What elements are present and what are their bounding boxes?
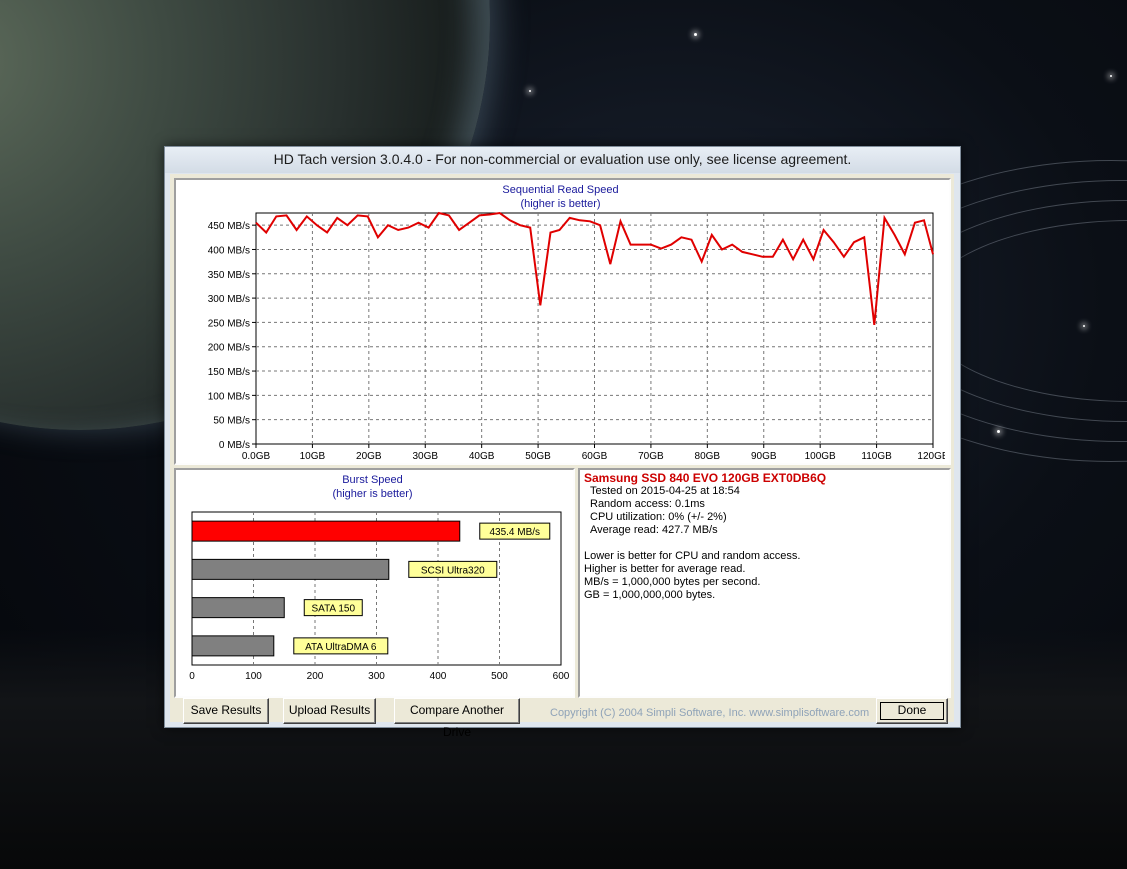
y-tick-label: 250 MB/s (208, 318, 250, 329)
burst-speed-panel: Burst Speed (higher is better) 0 100 200 30… (174, 468, 575, 698)
x-tick-label: 300 (368, 671, 385, 682)
random-access: Random access: 0.1ms (590, 498, 705, 510)
x-tick-label: 200 (307, 671, 324, 682)
star (694, 33, 697, 36)
x-tick-label: 60GB (582, 451, 608, 459)
average-read: Average read: 427.7 MB/s (590, 524, 718, 536)
info-note: Lower is better for CPU and random acces… (584, 550, 801, 562)
bar-label: SATA 150 (311, 604, 355, 615)
x-tick-label: 90GB (751, 451, 777, 459)
upload-results-button[interactable]: Upload Results (283, 698, 376, 724)
x-tick-label: 120GB (917, 451, 945, 459)
tested-on: Tested on 2015-04-25 at 18:54 (590, 485, 740, 497)
star (1110, 75, 1112, 77)
bar-label: 435.4 MB/s (489, 527, 540, 538)
burst-bar (191, 635, 275, 657)
burst-speed-chart: 0 100 200 300 400 500 600 435.4 MB/s SCSI Ultra3… (189, 511, 569, 682)
x-tick-label: 80GB (695, 451, 721, 459)
x-tick-label: 400 (430, 671, 447, 682)
star (997, 430, 1000, 433)
hdtach-window: HD Tach version 3.0.4.0 - For non-commer… (164, 146, 961, 739)
x-tick-label: 40GB (469, 451, 495, 459)
y-tick-label: 50 MB/s (213, 416, 250, 427)
y-tick-label: 100 MB/s (208, 391, 250, 402)
x-tick-label: 70GB (638, 451, 664, 459)
bar-label: ATA UltraDMA 6 (305, 642, 377, 653)
done-button[interactable]: Done (876, 698, 948, 724)
sequential-read-chart: 0 MB/s 50 MB/s 100 MB/s 150 MB/s 200 MB/s 250… (208, 211, 945, 459)
x-tick-label: 100 (245, 671, 262, 682)
burst-bar (191, 520, 461, 542)
drive-info-text: Samsung SSD 840 EVO 120GB EXT0DB6Q Teste… (584, 472, 826, 602)
window-title: HD Tach version 3.0.4.0 - For non-commer… (273, 151, 852, 167)
drive-info-panel: Samsung SSD 840 EVO 120GB EXT0DB6Q Teste… (578, 468, 951, 698)
copyright-text: Copyright (C) 2004 Simpli Software, Inc.… (550, 707, 870, 719)
compare-another-drive-button[interactable]: Compare Another Drive (394, 698, 520, 739)
window-client-area: Sequential Read Speed (higher is better)… (170, 174, 954, 739)
y-tick-label: 200 MB/s (208, 343, 250, 354)
y-tick-label: 450 MB/s (208, 221, 250, 232)
sequential-read-panel: Sequential Read Speed (higher is better)… (174, 178, 951, 465)
x-tick-label: 50GB (525, 451, 551, 459)
x-tick-label: 600 (553, 671, 569, 682)
y-tick-label: 150 MB/s (208, 367, 250, 378)
info-note: MB/s = 1,000,000 bytes per second. (584, 576, 761, 588)
y-tick-label: 350 MB/s (208, 270, 250, 281)
y-tick-label: 400 MB/s (208, 245, 250, 256)
drive-name: Samsung SSD 840 EVO 120GB EXT0DB6Q (584, 471, 827, 485)
x-tick-label: 20GB (356, 451, 382, 459)
x-tick-label: 500 (491, 671, 508, 682)
star (529, 90, 531, 92)
star (1083, 325, 1085, 327)
info-note: GB = 1,000,000,000 bytes. (584, 589, 716, 601)
burst-bar (191, 597, 285, 619)
save-results-button[interactable]: Save Results (183, 698, 269, 724)
x-tick-label: 0,0GB (242, 451, 271, 459)
burst-bar (191, 558, 390, 580)
title-bar[interactable]: HD Tach version 3.0.4.0 - For non-commer… (165, 147, 960, 173)
y-tick-label: 0 MB/s (219, 440, 250, 451)
cpu-utilization: CPU utilization: 0% (+/- 2%) (590, 511, 727, 523)
x-tick-label: 0 (189, 671, 195, 682)
y-tick-label: 300 MB/s (208, 294, 250, 305)
x-tick-label: 110GB (861, 451, 892, 459)
x-tick-label: 100GB (805, 451, 836, 459)
x-tick-label: 10GB (300, 451, 326, 459)
bar-label: SCSI Ultra320 (421, 565, 485, 576)
x-tick-label: 30GB (412, 451, 438, 459)
info-note: Higher is better for average read. (584, 563, 746, 575)
